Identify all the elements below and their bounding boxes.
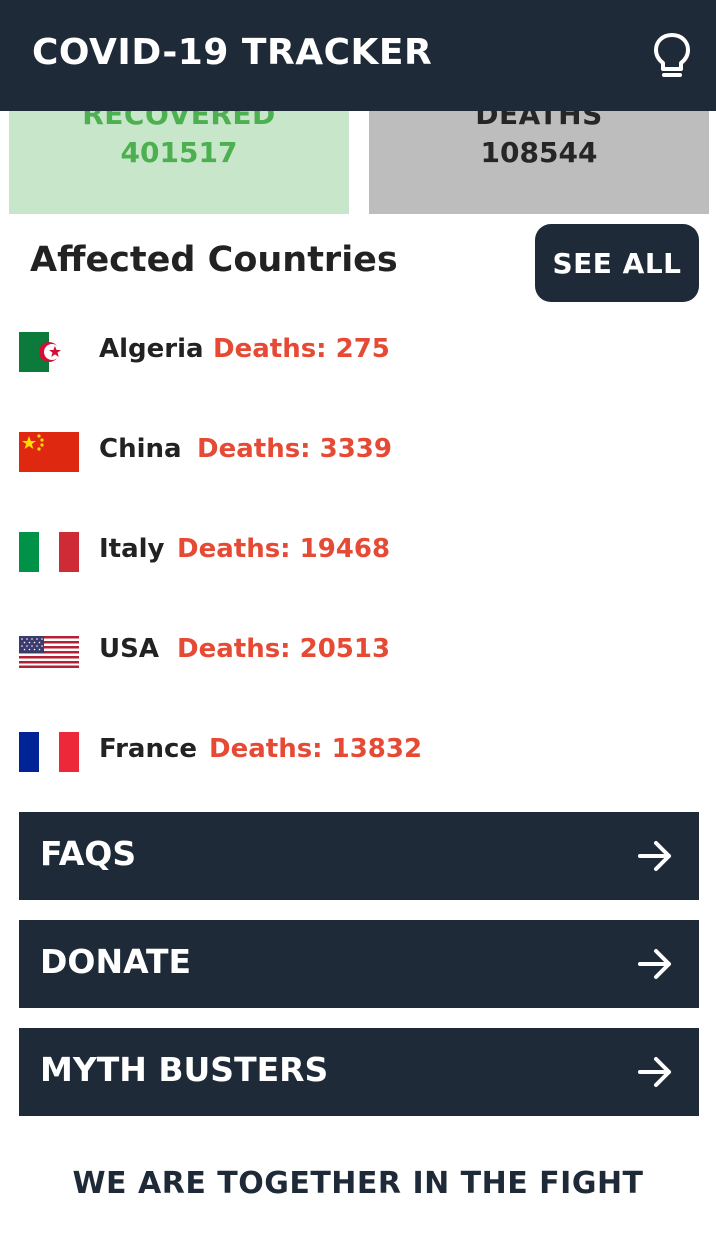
usa-flag-icon bbox=[19, 632, 79, 672]
country-row-france[interactable]: France Deaths: 13832 bbox=[19, 732, 699, 772]
app-title: COVID-19 TRACKER bbox=[32, 32, 433, 73]
algeria-flag-icon bbox=[19, 332, 79, 372]
country-name: China bbox=[99, 434, 182, 464]
country-deaths: Deaths: 13832 bbox=[209, 734, 423, 764]
donate-label: DONATE bbox=[40, 942, 192, 981]
faqs-label: FAQS bbox=[40, 834, 137, 873]
china-flag-icon bbox=[19, 432, 79, 472]
app-header: COVID-19 TRACKER bbox=[0, 0, 716, 111]
france-flag-icon bbox=[19, 732, 79, 772]
country-name: Algeria bbox=[99, 334, 204, 364]
country-row-italy[interactable]: Italy Deaths: 19468 bbox=[19, 532, 699, 572]
country-deaths: Deaths: 19468 bbox=[177, 534, 391, 564]
see-all-button[interactable]: SEE ALL bbox=[535, 224, 699, 302]
myth-busters-button[interactable]: MYTH BUSTERS bbox=[19, 1028, 699, 1116]
country-name: Italy bbox=[99, 534, 165, 564]
donate-button[interactable]: DONATE bbox=[19, 920, 699, 1008]
country-deaths: Deaths: 3339 bbox=[197, 434, 392, 464]
country-row-algeria[interactable]: Algeria Deaths: 275 bbox=[19, 332, 699, 372]
recovered-value: 401517 bbox=[120, 136, 238, 169]
country-deaths: Deaths: 275 bbox=[213, 334, 390, 364]
faqs-button[interactable]: FAQS bbox=[19, 812, 699, 900]
country-name: France bbox=[99, 734, 198, 764]
country-deaths: Deaths: 20513 bbox=[177, 634, 391, 664]
country-row-china[interactable]: China Deaths: 3339 bbox=[19, 432, 699, 472]
country-row-usa[interactable]: USA Deaths: 20513 bbox=[19, 632, 699, 672]
arrow-right-icon bbox=[637, 1054, 673, 1090]
lightbulb-icon[interactable] bbox=[650, 32, 694, 80]
deaths-value: 108544 bbox=[480, 136, 598, 169]
country-name: USA bbox=[99, 634, 159, 664]
italy-flag-icon bbox=[19, 532, 79, 572]
affected-countries-title: Affected Countries bbox=[30, 240, 398, 280]
footer-slogan: WE ARE TOGETHER IN THE FIGHT bbox=[72, 1166, 644, 1201]
myth-busters-label: MYTH BUSTERS bbox=[40, 1050, 329, 1089]
arrow-right-icon bbox=[637, 838, 673, 874]
arrow-right-icon bbox=[637, 946, 673, 982]
